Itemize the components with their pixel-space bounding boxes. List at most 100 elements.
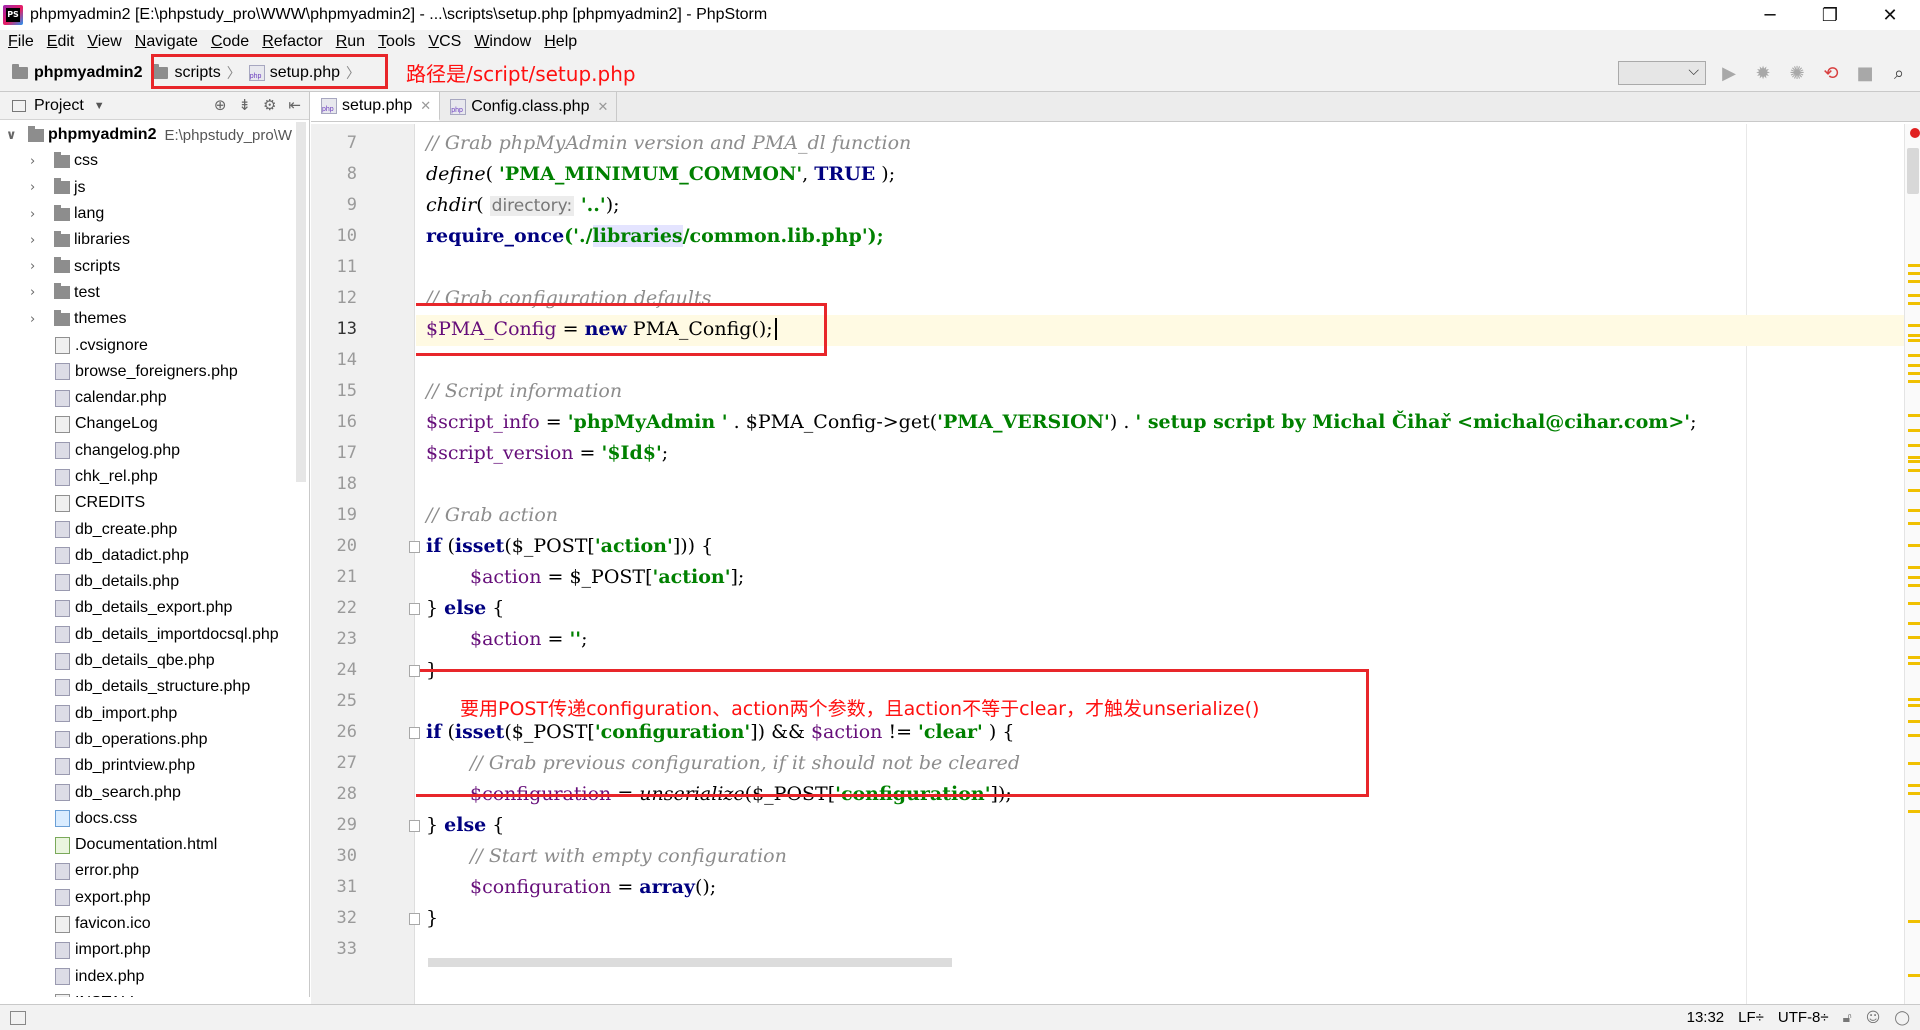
project-scrollbar[interactable] <box>296 122 306 482</box>
inspector-icon[interactable]: ☺ <box>1866 1010 1881 1026</box>
warning-marker[interactable] <box>1908 704 1920 707</box>
menu-code[interactable]: Code <box>211 33 249 51</box>
warning-marker[interactable] <box>1908 920 1920 923</box>
chevron-right-icon[interactable]: › <box>30 233 44 248</box>
locate-icon[interactable]: ⊕ <box>214 96 227 114</box>
tree-file[interactable]: export.php <box>0 885 296 911</box>
menu-view[interactable]: View <box>87 33 121 51</box>
search-icon[interactable]: ⌕ <box>1886 61 1912 85</box>
close-icon[interactable]: ✕ <box>420 98 431 114</box>
chevron-right-icon[interactable]: › <box>30 154 44 169</box>
tree-file[interactable]: browse_foreigners.php <box>0 359 296 385</box>
menu-file[interactable]: File <box>8 33 34 51</box>
warning-marker[interactable] <box>1908 364 1920 367</box>
menu-tools[interactable]: Tools <box>378 33 415 51</box>
tree-file[interactable]: db_operations.php <box>0 727 296 753</box>
warning-marker[interactable] <box>1908 429 1920 432</box>
fold-marker-icon[interactable] <box>409 541 420 553</box>
tab-config-class-php[interactable]: Config.class.php ✕ <box>440 92 618 121</box>
warning-marker[interactable] <box>1908 380 1920 383</box>
warning-marker[interactable] <box>1908 810 1920 813</box>
tree-file[interactable]: db_search.php <box>0 779 296 805</box>
tree-folder-libraries[interactable]: › libraries <box>0 227 296 253</box>
warning-marker[interactable] <box>1908 544 1920 547</box>
warning-marker[interactable] <box>1908 302 1920 305</box>
close-icon[interactable]: ✕ <box>597 99 608 115</box>
warning-marker[interactable] <box>1908 720 1920 723</box>
warning-marker[interactable] <box>1908 566 1920 569</box>
warning-marker[interactable] <box>1908 272 1920 275</box>
tree-file[interactable]: error.php <box>0 858 296 884</box>
maximize-button[interactable]: ❐ <box>1800 0 1860 30</box>
tree-file[interactable]: db_printview.php <box>0 753 296 779</box>
warning-marker[interactable] <box>1908 294 1920 297</box>
minimize-button[interactable]: ─ <box>1740 0 1800 30</box>
tree-file[interactable]: Documentation.html <box>0 832 296 858</box>
tree-folder-themes[interactable]: › themes <box>0 306 296 332</box>
warning-marker[interactable] <box>1908 622 1920 625</box>
collapse-icon[interactable]: ⇟ <box>238 96 251 114</box>
fold-marker-icon[interactable] <box>409 665 420 677</box>
warning-marker[interactable] <box>1908 656 1920 659</box>
warning-marker[interactable] <box>1908 372 1920 375</box>
error-stripe[interactable] <box>1904 124 1920 1004</box>
gear-icon[interactable]: ⚙ <box>263 96 276 114</box>
error-indicator-icon[interactable] <box>1910 128 1920 138</box>
warning-marker[interactable] <box>1908 414 1920 417</box>
tool-windows-icon[interactable] <box>10 1010 26 1025</box>
lock-icon[interactable]: 🔓︎ <box>1843 1010 1852 1026</box>
warning-marker[interactable] <box>1908 784 1920 787</box>
menu-vcs[interactable]: VCS <box>428 33 461 51</box>
warning-marker[interactable] <box>1908 792 1920 795</box>
tree-folder-css[interactable]: › css <box>0 148 296 174</box>
warning-marker[interactable] <box>1908 280 1920 283</box>
breadcrumb-root[interactable]: phpmyadmin2 <box>12 63 142 82</box>
fold-marker-icon[interactable] <box>409 820 420 832</box>
debug-icon[interactable]: ✹ <box>1750 61 1776 85</box>
chevron-right-icon[interactable]: › <box>30 285 44 300</box>
fold-marker-icon[interactable] <box>409 603 420 615</box>
warning-marker[interactable] <box>1908 974 1920 977</box>
warning-marker[interactable] <box>1908 522 1920 525</box>
horizontal-scrollbar[interactable] <box>428 958 952 967</box>
run-icon[interactable]: ▶ <box>1716 61 1742 85</box>
menu-edit[interactable]: Edit <box>47 33 75 51</box>
tree-file[interactable]: index.php <box>0 964 296 990</box>
tree-file[interactable]: db_details.php <box>0 569 296 595</box>
warning-marker[interactable] <box>1908 324 1920 327</box>
menu-help[interactable]: Help <box>544 33 577 51</box>
warning-marker[interactable] <box>1908 460 1920 463</box>
scrollbar-thumb[interactable] <box>1907 148 1919 194</box>
menu-run[interactable]: Run <box>336 33 365 51</box>
line-separator[interactable]: LF÷ <box>1738 1009 1764 1026</box>
warning-marker[interactable] <box>1908 584 1920 587</box>
tree-folder-lang[interactable]: › lang <box>0 201 296 227</box>
warning-marker[interactable] <box>1908 602 1920 605</box>
fold-marker-icon[interactable] <box>409 913 420 925</box>
coverage-icon[interactable]: ✺ <box>1784 61 1810 85</box>
warning-marker[interactable] <box>1908 576 1920 579</box>
menu-navigate[interactable]: Navigate <box>135 33 198 51</box>
chevron-down-icon[interactable]: ∨ <box>6 128 20 143</box>
tree-folder-js[interactable]: › js <box>0 175 296 201</box>
warning-marker[interactable] <box>1908 636 1920 639</box>
tree-file[interactable]: docs.css <box>0 806 296 832</box>
tree-file[interactable]: import.php <box>0 937 296 963</box>
warning-marker[interactable] <box>1908 339 1920 342</box>
tree-file[interactable]: .cvsignore <box>0 332 296 358</box>
tree-file[interactable]: db_details_importdocsql.php <box>0 622 296 648</box>
warning-marker[interactable] <box>1908 264 1920 267</box>
hide-icon[interactable]: ⇤ <box>288 96 301 114</box>
fold-marker-icon[interactable] <box>409 727 420 739</box>
warning-marker[interactable] <box>1908 469 1920 472</box>
tree-file[interactable]: db_details_export.php <box>0 595 296 621</box>
tab-setup-php[interactable]: setup.php ✕ <box>311 92 441 121</box>
tree-file[interactable]: db_datadict.php <box>0 543 296 569</box>
close-button[interactable]: ✕ <box>1860 0 1920 30</box>
warning-marker[interactable] <box>1908 489 1920 492</box>
tree-file[interactable]: db_details_qbe.php <box>0 648 296 674</box>
warning-marker[interactable] <box>1908 334 1920 337</box>
chevron-right-icon[interactable]: › <box>30 259 44 274</box>
file-encoding[interactable]: UTF-8÷ <box>1778 1009 1829 1026</box>
rerun-icon[interactable]: ⟲ <box>1818 61 1844 85</box>
